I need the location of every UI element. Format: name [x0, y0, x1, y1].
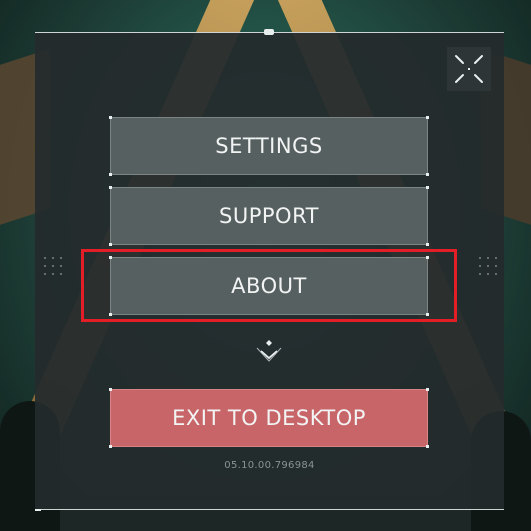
exit-button-label: EXIT TO DESKTOP	[172, 406, 366, 430]
fullscreen-icon	[455, 55, 483, 83]
support-button[interactable]: SUPPORT	[109, 186, 429, 246]
support-button-label: SUPPORT	[219, 204, 319, 228]
left-dot-grid	[44, 257, 62, 281]
game-menu-panel: SETTINGS SUPPORT ABOUT EXIT TO DESKTOP 0…	[35, 29, 504, 511]
more-options-button[interactable]	[253, 339, 285, 363]
about-button-label: ABOUT	[231, 274, 307, 298]
panel-bottom-notch	[35, 509, 41, 511]
right-dot-grid	[479, 257, 497, 281]
panel-top-notch	[264, 29, 274, 35]
version-number: 05.10.00.796984	[224, 460, 315, 471]
about-button[interactable]: ABOUT	[109, 256, 429, 316]
exit-to-desktop-button[interactable]: EXIT TO DESKTOP	[109, 388, 429, 448]
fullscreen-button[interactable]	[447, 47, 491, 91]
settings-button[interactable]: SETTINGS	[109, 116, 429, 176]
settings-button-label: SETTINGS	[215, 134, 323, 158]
chevron-down-icon	[256, 340, 282, 362]
